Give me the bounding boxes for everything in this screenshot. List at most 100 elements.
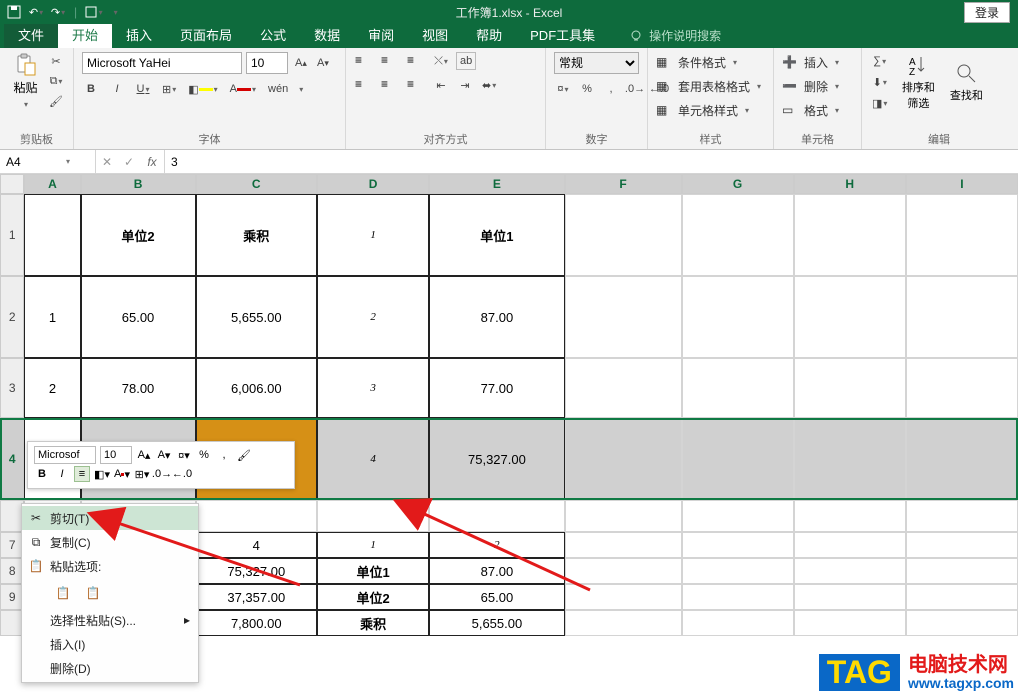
fill-icon[interactable]: ⬇▾: [870, 73, 889, 91]
clear-icon[interactable]: ◨▾: [870, 94, 889, 112]
undo-icon[interactable]: ↶▾: [26, 2, 46, 22]
orientation-icon[interactable]: ⤬▾: [432, 52, 450, 70]
login-button[interactable]: 登录: [964, 2, 1010, 23]
cell-G1[interactable]: [682, 194, 794, 276]
mini-percent-icon[interactable]: %: [196, 447, 212, 463]
cell-E3[interactable]: 77.00: [429, 358, 565, 418]
font-color-button[interactable]: A▾: [228, 80, 258, 98]
col-G[interactable]: G: [682, 174, 794, 194]
ctx-insert[interactable]: 插入(I): [22, 632, 198, 656]
cell-E1[interactable]: 单位1: [429, 194, 565, 276]
mini-increase-font-icon[interactable]: A▴: [136, 447, 152, 463]
cell-F1[interactable]: [565, 194, 682, 276]
col-I[interactable]: I: [906, 174, 1018, 194]
name-box[interactable]: ▾: [0, 150, 96, 173]
cell-I3[interactable]: [906, 358, 1018, 418]
insert-cells-button[interactable]: ➕插入▾: [782, 52, 853, 73]
align-left-icon[interactable]: ≡: [354, 76, 374, 94]
cell-H4[interactable]: [794, 418, 906, 500]
cell-E10[interactable]: 5,655.00: [429, 610, 565, 636]
col-H[interactable]: H: [794, 174, 906, 194]
cell-D10[interactable]: 乘积: [317, 610, 429, 636]
cell-I1[interactable]: [906, 194, 1018, 276]
tab-home[interactable]: 开始: [58, 21, 112, 48]
col-D[interactable]: D: [317, 174, 429, 194]
font-name-input[interactable]: [82, 52, 242, 74]
cell-D7[interactable]: 1: [317, 532, 429, 558]
mini-align-center-icon[interactable]: ≡: [74, 466, 90, 482]
ctx-copy[interactable]: ⧉复制(C): [22, 530, 198, 554]
cell-C10[interactable]: 7,800.00: [196, 610, 318, 636]
copy-icon[interactable]: ⧉▾: [47, 72, 65, 90]
format-as-table-button[interactable]: ▦套用表格格式▾: [656, 76, 765, 97]
font-size-input[interactable]: [246, 52, 288, 74]
paste-values-icon[interactable]: 📋: [82, 582, 104, 604]
conditional-format-button[interactable]: ▦条件格式▾: [656, 52, 765, 73]
align-right-icon[interactable]: ≡: [406, 76, 426, 94]
phonetic-button[interactable]: wén: [266, 80, 290, 98]
decrease-font-icon[interactable]: A▾: [314, 54, 332, 72]
formula-input[interactable]: [165, 155, 1018, 169]
underline-button[interactable]: U▾: [134, 80, 152, 98]
cell-styles-button[interactable]: ▦单元格样式▾: [656, 100, 765, 121]
merge-button[interactable]: ⬌▾: [480, 76, 498, 94]
cell-C1[interactable]: 乘积: [196, 194, 318, 276]
cell-A3[interactable]: 2: [24, 358, 80, 418]
cell-F4[interactable]: [565, 418, 682, 500]
row-head-2[interactable]: 2: [0, 276, 24, 358]
redo-icon[interactable]: ↷▾: [48, 2, 68, 22]
cell-D1[interactable]: 1: [317, 194, 429, 276]
indent-increase-icon[interactable]: ⇥: [456, 76, 474, 94]
mini-italic-button[interactable]: I: [54, 466, 70, 482]
increase-font-icon[interactable]: A▴: [292, 54, 310, 72]
tab-layout[interactable]: 页面布局: [166, 21, 246, 48]
tab-view[interactable]: 视图: [408, 21, 462, 48]
mini-dec-decimal-icon[interactable]: ←.0: [174, 466, 190, 482]
number-format-select[interactable]: 常规: [554, 52, 639, 74]
paste-icon[interactable]: 📋: [52, 582, 74, 604]
tab-formula[interactable]: 公式: [246, 21, 300, 48]
col-E[interactable]: E: [429, 174, 565, 194]
mini-size-input[interactable]: [100, 446, 132, 464]
align-center-icon[interactable]: ≡: [380, 76, 400, 94]
tell-me[interactable]: 操作说明搜索: [623, 23, 727, 48]
align-middle-icon[interactable]: ≡: [380, 52, 400, 70]
col-F[interactable]: F: [565, 174, 682, 194]
cell-G3[interactable]: [682, 358, 794, 418]
mini-border-icon[interactable]: ⊞▾: [134, 466, 150, 482]
tab-insert[interactable]: 插入: [112, 21, 166, 48]
mini-bold-button[interactable]: B: [34, 466, 50, 482]
cell-F3[interactable]: [565, 358, 682, 418]
indent-decrease-icon[interactable]: ⇤: [432, 76, 450, 94]
cell-D2[interactable]: 2: [317, 276, 429, 358]
align-top-icon[interactable]: ≡: [354, 52, 374, 70]
increase-decimal-icon[interactable]: .0→: [626, 80, 644, 98]
cell-E4[interactable]: 75,327.00: [429, 418, 565, 500]
cell-H3[interactable]: [794, 358, 906, 418]
cell-D3[interactable]: 3: [317, 358, 429, 418]
cell-I4[interactable]: [906, 418, 1018, 500]
cell-E9[interactable]: 65.00: [429, 584, 565, 610]
mini-comma-icon[interactable]: ,: [216, 447, 232, 463]
cell-C2[interactable]: 5,655.00: [196, 276, 318, 358]
mini-font-input[interactable]: [34, 446, 96, 464]
cell-E7[interactable]: 2: [429, 532, 565, 558]
row-head-4[interactable]: 4: [0, 418, 24, 500]
cell-B3[interactable]: 78.00: [81, 358, 196, 418]
cell-C8[interactable]: 75,327.00: [196, 558, 318, 584]
col-B[interactable]: B: [81, 174, 196, 194]
fx-icon[interactable]: fx: [140, 155, 164, 169]
cell-A1[interactable]: [24, 194, 80, 276]
ctx-delete[interactable]: 删除(D): [22, 656, 198, 680]
enter-icon[interactable]: ✓: [118, 155, 140, 169]
paste-button[interactable]: 粘贴 ▾: [8, 53, 43, 110]
mini-currency-icon[interactable]: ¤▾: [176, 447, 192, 463]
col-A[interactable]: A: [24, 174, 80, 194]
row-head-3[interactable]: 3: [0, 358, 24, 418]
mini-inc-decimal-icon[interactable]: .0→: [154, 466, 170, 482]
fill-color-button[interactable]: ◧▾: [186, 80, 219, 98]
touch-mode-icon[interactable]: ▾: [83, 2, 103, 22]
cell-H1[interactable]: [794, 194, 906, 276]
find-button[interactable]: 查找和: [947, 61, 985, 103]
save-icon[interactable]: [4, 2, 24, 22]
